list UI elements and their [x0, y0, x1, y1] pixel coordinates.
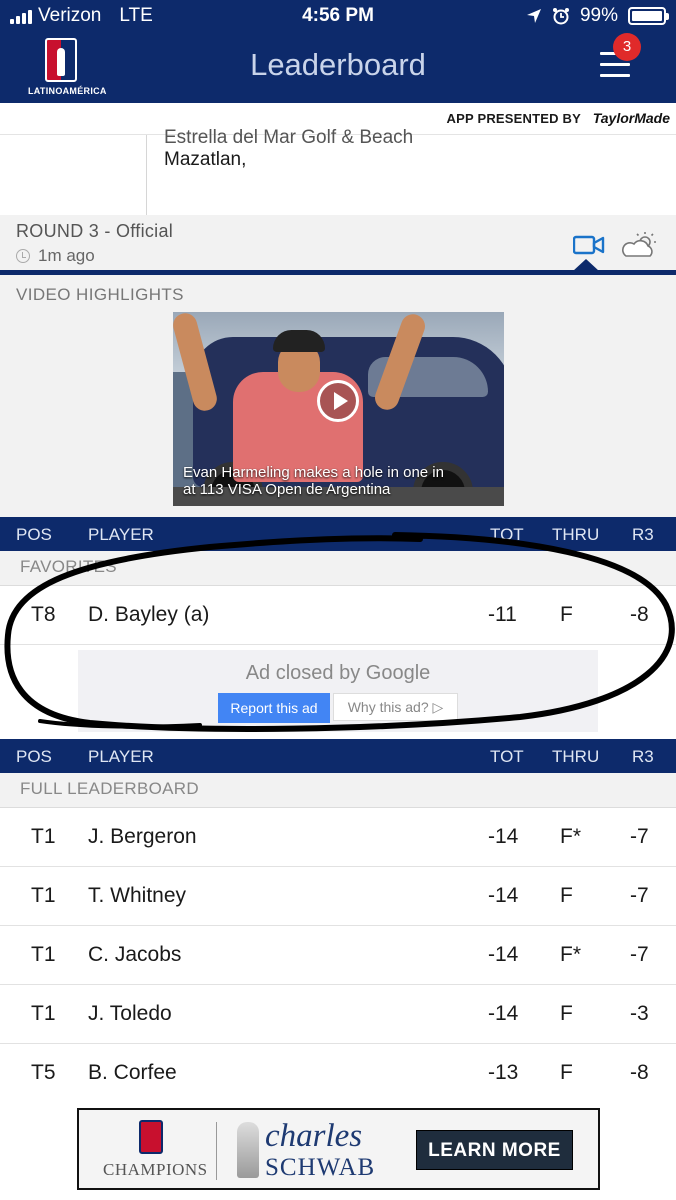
leaderboard-table-header: POS PLAYER TOT THRU R3 [0, 739, 676, 773]
video-caption-line2: at 113 VISA Open de Argentina [183, 481, 391, 498]
tournament-city: Mazatlan, [164, 149, 247, 170]
round-title: ROUND 3 - Official [16, 221, 174, 241]
row-r3: -7 [630, 943, 649, 966]
battery-icon [628, 7, 669, 25]
round-updated: 1m ago [16, 246, 95, 266]
favorites-section-title: FAVORITES [20, 557, 117, 576]
col-thru[interactable]: THRU [552, 525, 599, 545]
video-highlights: VIDEO HIGHLIGHTS Evan Harmeling makes a … [0, 275, 676, 517]
col-tot[interactable]: TOT [490, 747, 524, 767]
row-pos: T1 [31, 825, 56, 848]
favorites-table-header: POS PLAYER TOT THRU R3 [0, 517, 676, 551]
favorites-section: FAVORITES [0, 551, 676, 586]
row-pos: T1 [31, 943, 56, 966]
battery-fill [632, 11, 662, 21]
champions-logo-icon [139, 1120, 163, 1154]
notification-badge: 3 [613, 33, 641, 61]
full-leaderboard-section: FULL LEADERBOARD [0, 773, 676, 808]
banner-divider [216, 1122, 217, 1180]
row-r3: -7 [630, 825, 649, 848]
table-row[interactable]: T1 J. Toledo -14 F -3 [0, 985, 676, 1044]
table-row[interactable]: T5 B. Corfee -13 F -8 [0, 1044, 676, 1103]
row-r3: -7 [630, 884, 649, 907]
row-thru: F [560, 1061, 573, 1084]
row-thru: F [560, 884, 573, 907]
taylormade-logo[interactable]: TaylorMade [593, 110, 670, 126]
row-tot: -14 [488, 884, 519, 907]
row-player: J. Toledo [88, 1002, 172, 1025]
row-r3: -8 [630, 603, 649, 626]
row-player: C. Jacobs [88, 943, 182, 966]
full-leaderboard-title: FULL LEADERBOARD [20, 779, 199, 798]
video-caption: Evan Harmeling makes a hole in one in at… [183, 464, 444, 498]
row-thru: F* [560, 825, 581, 848]
round-updated-text: 1m ago [38, 246, 95, 265]
video-camera-icon[interactable] [573, 234, 605, 256]
video-thumbnail[interactable]: Evan Harmeling makes a hole in one in at… [173, 312, 504, 506]
status-bar: Verizon LTE 4:56 PM 99% [0, 0, 676, 34]
sponsor-banner[interactable]: CHAMPIONS charles SCHWAB LEARN MORE [77, 1108, 600, 1190]
row-tot: -14 [488, 825, 519, 848]
row-pos: T1 [31, 884, 56, 907]
logo-text: LATINOAMÉRICA [28, 86, 107, 96]
tournament-info: Estrella del Mar Golf & Beach Mazatlan, [0, 127, 676, 215]
col-r3[interactable]: R3 [632, 525, 654, 545]
schwab-logo-line2: SCHWAB [265, 1154, 376, 1181]
status-right: 99% [526, 5, 669, 27]
col-player[interactable]: PLAYER [88, 747, 154, 767]
clock-icon [16, 249, 30, 263]
row-player: T. Whitney [88, 884, 187, 907]
col-pos[interactable]: POS [16, 747, 52, 767]
row-tot: -14 [488, 943, 519, 966]
col-tot[interactable]: TOT [490, 525, 524, 545]
col-player[interactable]: PLAYER [88, 525, 154, 545]
champions-label: CHAMPIONS [103, 1160, 208, 1179]
row-player: D. Bayley (a) [88, 603, 210, 626]
row-player: J. Bergeron [88, 825, 197, 848]
table-row[interactable]: T1 T. Whitney -14 F -7 [0, 867, 676, 926]
table-row[interactable]: T8 D. Bayley (a) -11 F -8 [0, 586, 676, 645]
table-row[interactable]: T1 C. Jacobs -14 F* -7 [0, 926, 676, 985]
battery-percent: 99% [579, 5, 618, 26]
learn-more-button[interactable]: LEARN MORE [416, 1130, 573, 1170]
top-bar: Verizon LTE 4:56 PM 99% LATINOAMÉRICA Le… [0, 0, 676, 103]
video-caption-line1: Evan Harmeling makes a hole in one in [183, 464, 444, 481]
row-r3: -8 [630, 1061, 649, 1084]
ad-closed-message: Ad closed by Google [245, 662, 431, 684]
play-icon[interactable] [317, 380, 359, 422]
row-player: B. Corfee [88, 1061, 177, 1084]
row-r3: -3 [630, 1002, 649, 1025]
weather-icon[interactable] [620, 230, 660, 260]
row-pos: T1 [31, 1002, 56, 1025]
row-pos: T5 [31, 1061, 56, 1084]
schwab-logo-line1: charles [265, 1118, 363, 1154]
trophy-icon [237, 1122, 259, 1178]
closed-ad: Ad closed by Google Report this ad Why t… [78, 650, 598, 732]
tournament-divider [146, 135, 147, 215]
row-tot: -11 [488, 603, 517, 626]
course-name: Estrella del Mar Golf & Beach [164, 127, 414, 148]
col-thru[interactable]: THRU [552, 747, 599, 767]
row-pos: T8 [31, 603, 56, 626]
col-r3[interactable]: R3 [632, 747, 654, 767]
why-this-ad-button[interactable]: Why this ad? ▷ [333, 693, 458, 721]
row-thru: F* [560, 943, 581, 966]
location-icon [526, 9, 541, 23]
col-pos[interactable]: POS [16, 525, 52, 545]
row-thru: F [560, 1002, 573, 1025]
presented-by-label: APP PRESENTED BY [446, 111, 581, 126]
row-tot: -14 [488, 1002, 519, 1025]
row-thru: F [560, 603, 573, 626]
page-title: Leaderboard [250, 47, 426, 82]
row-tot: -13 [488, 1061, 519, 1084]
report-ad-button[interactable]: Report this ad [218, 693, 330, 723]
video-highlights-title: VIDEO HIGHLIGHTS [16, 285, 184, 304]
table-row[interactable]: T1 J. Bergeron -14 F* -7 [0, 808, 676, 867]
alarm-icon [552, 8, 569, 25]
